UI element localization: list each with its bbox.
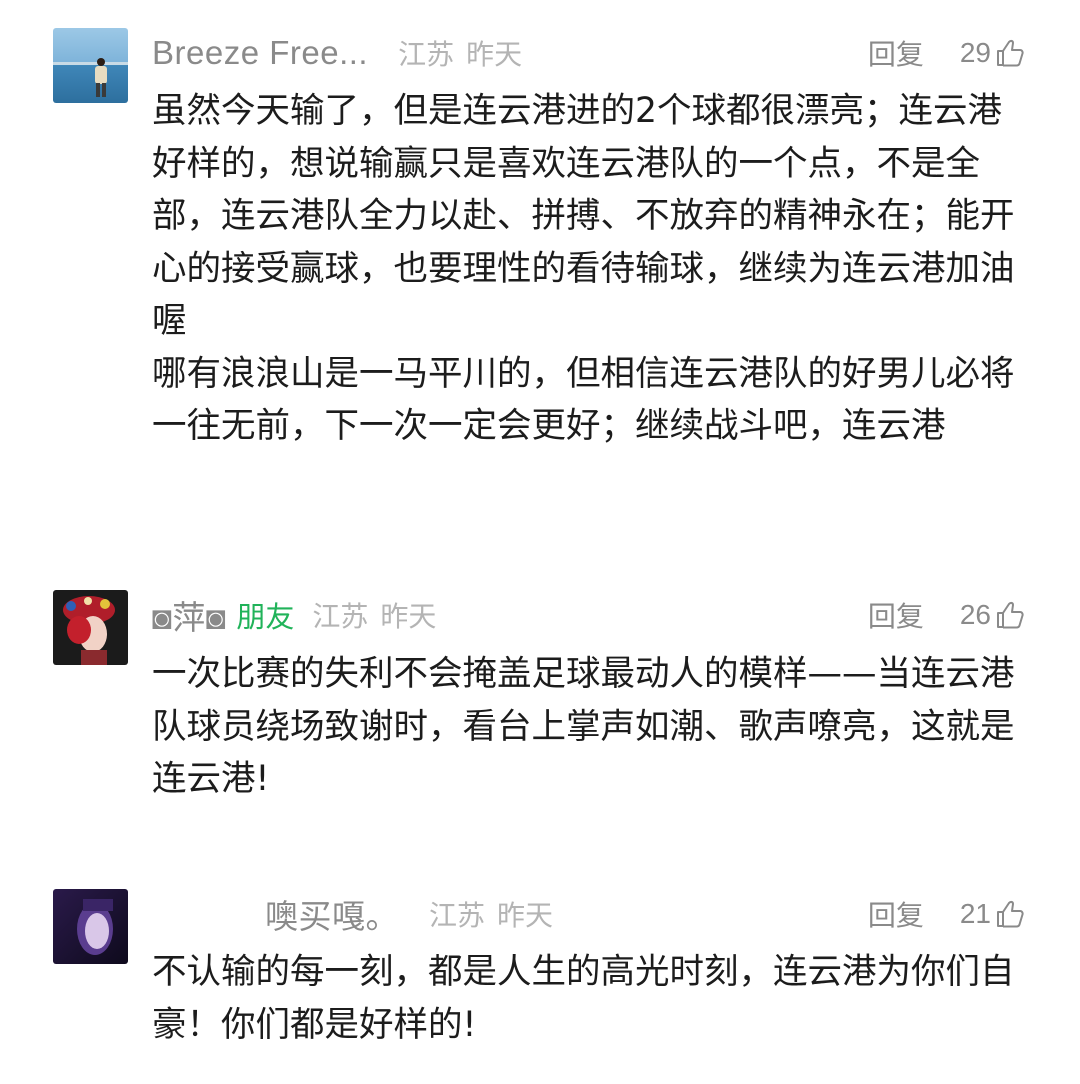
username[interactable]: Breeze Free...: [152, 34, 368, 72]
username[interactable]: 噢买嘎。: [265, 890, 399, 938]
avatar[interactable]: [53, 590, 128, 665]
timestamp: 昨天: [380, 600, 437, 633]
comment-text: 一次比赛的失利不会掩盖足球最动人的模样——当连云港队球员绕场致谢时，看台上掌声如…: [152, 654, 1015, 799]
reply-button[interactable]: 回复: [868, 595, 924, 635]
comment-item: ◙萍◙ 朋友 江苏 昨天 回复 26 一次比赛的失利不会掩盖足球最动人的模样——…: [0, 560, 1080, 860]
friend-badge: 朋友: [236, 600, 295, 634]
timestamp: 昨天: [497, 899, 554, 932]
like-count: 26: [959, 599, 991, 630]
comment-text: 虽然今天输了，但是连云港进的2个球都很漂亮；连云港好样的，想说输赢只是喜欢连云港…: [152, 91, 1015, 446]
comment-meta: Breeze Free... 江苏 昨天 回复 29: [152, 28, 1025, 78]
avatar[interactable]: [53, 28, 128, 103]
location: 江苏: [312, 600, 369, 633]
comment-item: 噢买嘎。 江苏 昨天 回复 21 不认输的每一刻，都是人生的高光时刻，连云港为你…: [0, 860, 1080, 1084]
comment-meta: 噢买嘎。 江苏 昨天 回复 21: [265, 889, 1025, 939]
location: 江苏: [398, 38, 455, 71]
like-count: 21: [959, 898, 991, 929]
avatar[interactable]: [53, 889, 128, 964]
location: 江苏: [429, 899, 486, 932]
thumbs-up-icon[interactable]: [995, 899, 1025, 929]
like-count: 29: [959, 37, 991, 68]
timestamp: 昨天: [466, 38, 523, 71]
reply-button[interactable]: 回复: [868, 33, 924, 73]
reply-button[interactable]: 回复: [868, 894, 924, 934]
thumbs-up-icon[interactable]: [995, 38, 1025, 68]
thumbs-up-icon[interactable]: [995, 600, 1025, 630]
comment-meta: ◙萍◙ 朋友 江苏 昨天 回复 26: [152, 590, 1025, 640]
comment-text: 不认输的每一刻，都是人生的高光时刻，连云港为你们自豪！你们都是好样的!: [152, 952, 1015, 1045]
comment-item: Breeze Free... 江苏 昨天 回复 29 虽然今天输了，但是连云港进…: [0, 0, 1080, 540]
username[interactable]: ◙萍◙: [152, 591, 226, 639]
